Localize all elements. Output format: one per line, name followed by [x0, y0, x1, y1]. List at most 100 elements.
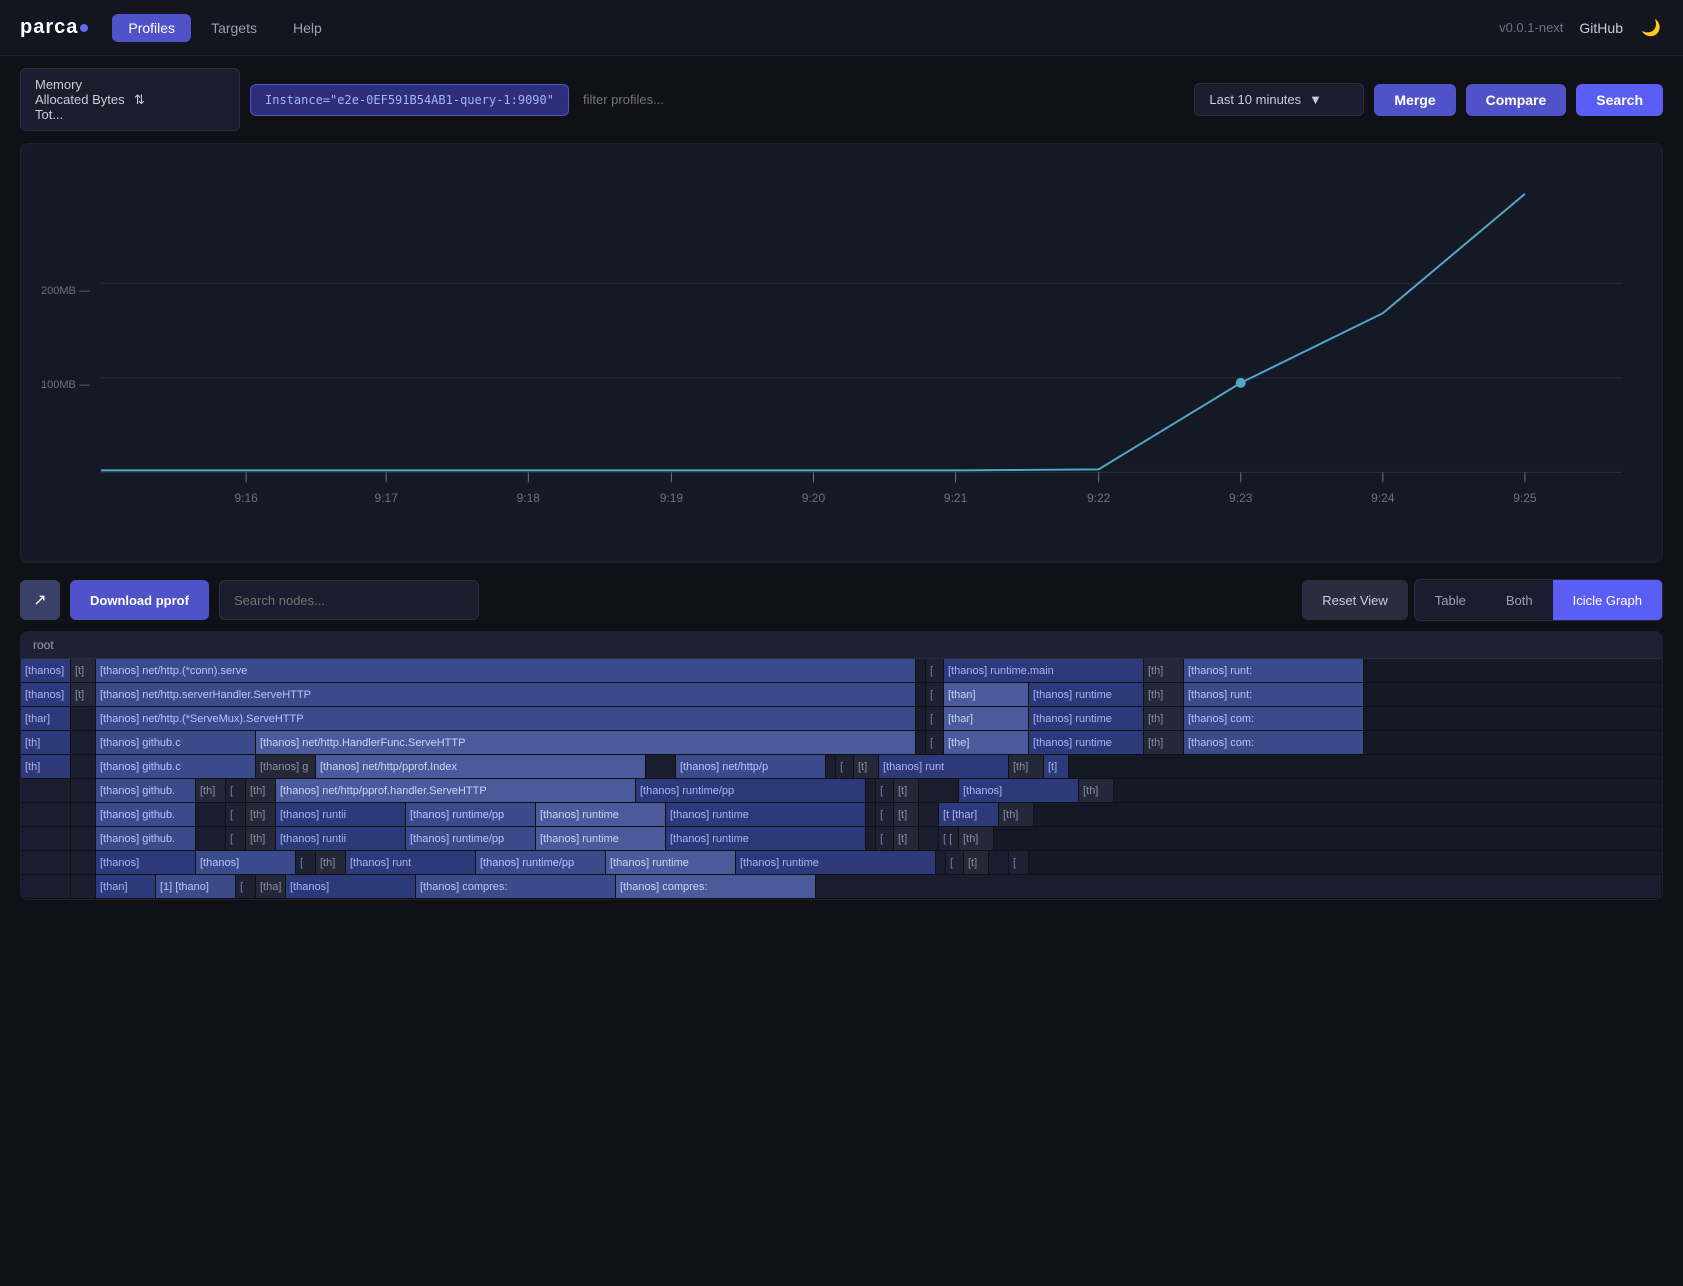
logo-dot: [80, 24, 88, 32]
share-button[interactable]: ↗: [20, 580, 60, 620]
flame-table: root [thanos] [t] [thanos] net/http.(*co…: [20, 631, 1663, 900]
flame-cell: [919, 827, 939, 850]
flame-cell: [thanos] runtime/pp: [406, 827, 536, 850]
toggle-table[interactable]: Table: [1415, 580, 1486, 620]
download-button[interactable]: Download pprof: [70, 580, 209, 620]
toggle-icicle-graph[interactable]: Icicle Graph: [1553, 580, 1662, 620]
theme-toggle[interactable]: 🌙: [1639, 16, 1663, 40]
flame-cell: [thanos] runtime: [1029, 731, 1144, 754]
flame-cell: [919, 803, 939, 826]
flame-cell: [thanos] compres:: [616, 875, 816, 898]
flamegraph-section: ↗ Download pprof Reset View Table Both I…: [20, 579, 1663, 900]
flame-cell: [916, 683, 926, 706]
flame-cell: [th]: [959, 827, 994, 850]
flame-cell: [thar]: [21, 707, 71, 730]
flame-cell: [thanos] github.: [96, 803, 196, 826]
flame-cell: [646, 755, 676, 778]
flame-cell: [thanos] runtime: [666, 803, 866, 826]
svg-text:9:17: 9:17: [375, 491, 399, 505]
flame-cell: [816, 875, 1662, 898]
flame-cell: [thanos] compres:: [416, 875, 616, 898]
profile-type-select[interactable]: Memory Allocated Bytes Tot... ⇅: [20, 68, 240, 131]
chart-area: 200MB — 100MB — 9:16 9:17 9:18 9:19 9:20…: [41, 164, 1642, 542]
flame-cell: [1] [thano]: [156, 875, 236, 898]
flame-cell: [th]: [246, 803, 276, 826]
header-right: v0.0.1-next GitHub 🌙: [1499, 16, 1663, 40]
flame-cell: [: [226, 779, 246, 802]
flame-cell: [th]: [1079, 779, 1114, 802]
flame-cell: [th]: [1144, 731, 1184, 754]
flame-cell: [thanos]: [286, 875, 416, 898]
instance-tag[interactable]: Instance="e2e-0EF591B54AB1-query-1:9090": [250, 84, 569, 116]
compare-button[interactable]: Compare: [1466, 84, 1567, 116]
chart-container: 200MB — 100MB — 9:16 9:17 9:18 9:19 9:20…: [20, 143, 1663, 563]
flame-cell: [826, 755, 836, 778]
flame-cell: [th]: [1144, 683, 1184, 706]
filter-input[interactable]: [579, 84, 1184, 115]
profile-type-label: Memory Allocated Bytes Tot...: [35, 77, 126, 122]
flamegraph-toolbar: ↗ Download pprof Reset View Table Both I…: [20, 579, 1663, 621]
search-nodes-input[interactable]: [219, 580, 479, 620]
flame-cell: [thanos] net/http.(*ServeMux).ServeHTTP: [96, 707, 916, 730]
share-icon: ↗: [33, 590, 46, 610]
flame-cell: [thanos] runtime/pp: [476, 851, 606, 874]
flame-cell: [thanos] github.: [96, 827, 196, 850]
flame-cell: [t]: [894, 803, 919, 826]
flame-cell: [th]: [246, 827, 276, 850]
time-range-label: Last 10 minutes: [1209, 92, 1301, 107]
flame-cell: [th]: [21, 755, 71, 778]
flame-cell: [the]: [944, 731, 1029, 754]
header: parca Profiles Targets Help v0.0.1-next …: [0, 0, 1683, 56]
svg-text:9:22: 9:22: [1087, 491, 1111, 505]
flame-cell: [th]: [1009, 755, 1044, 778]
table-row: [thanos] [t] [thanos] net/http.(*conn).s…: [21, 659, 1662, 683]
nav-targets[interactable]: Targets: [195, 14, 273, 42]
chart-svg: 9:16 9:17 9:18 9:19 9:20 9:21 9:22 9:23 …: [41, 164, 1642, 542]
time-range-chevron: ▼: [1309, 92, 1322, 107]
flame-cell: [thar]: [944, 707, 1029, 730]
flame-cell: [866, 779, 876, 802]
flame-cell: [thanos] github.c: [96, 755, 256, 778]
nav-profiles[interactable]: Profiles: [112, 14, 191, 42]
flame-cell: [: [926, 731, 944, 754]
flame-cell: [thanos] runtime: [536, 803, 666, 826]
flame-cell: [th]: [1144, 659, 1184, 682]
flame-cell: [: [876, 803, 894, 826]
svg-text:9:21: 9:21: [944, 491, 968, 505]
flame-cell: [th]: [21, 731, 71, 754]
flame-cell: [21, 851, 71, 874]
github-link[interactable]: GitHub: [1579, 20, 1623, 36]
flame-cell: [thanos] net/http/pprof.handler.ServeHTT…: [276, 779, 636, 802]
flame-cell: [t [thar]: [939, 803, 999, 826]
flame-cell: [thanos] runt:: [1184, 683, 1364, 706]
toggle-both[interactable]: Both: [1486, 580, 1553, 620]
flame-cell: [than]: [96, 875, 156, 898]
flame-cell: [t]: [71, 683, 96, 706]
flame-cell: [thanos] runt: [346, 851, 476, 874]
flame-cell: [t]: [1044, 755, 1069, 778]
flame-cell: [21, 827, 71, 850]
table-row: [thar] [thanos] net/http.(*ServeMux).Ser…: [21, 707, 1662, 731]
flame-cell: [thanos] net/http/p: [676, 755, 826, 778]
flame-cell: [thanos]: [21, 683, 71, 706]
table-row: [thanos] github. [th] [ [th] [thanos] ne…: [21, 779, 1662, 803]
profile-type-chevron: ⇅: [134, 92, 225, 108]
time-range-select[interactable]: Last 10 minutes ▼: [1194, 83, 1364, 116]
search-button[interactable]: Search: [1576, 84, 1663, 116]
flame-cell: [thanos] runtime/pp: [636, 779, 866, 802]
flame-cell: [thanos]: [959, 779, 1079, 802]
flame-cell: [thanos] github.: [96, 779, 196, 802]
reset-view-button[interactable]: Reset View: [1302, 580, 1408, 620]
version-label: v0.0.1-next: [1499, 20, 1563, 35]
chart-y-100-label: 100MB —: [41, 379, 90, 391]
flame-cell: [thanos] net/http/pprof.Index: [316, 755, 646, 778]
flame-cell: [thanos] net/http.HandlerFunc.ServeHTTP: [256, 731, 916, 754]
logo-text: parca: [20, 16, 78, 39]
flame-cell: [thanos] runtii: [276, 803, 406, 826]
main-nav: Profiles Targets Help: [112, 14, 337, 42]
merge-button[interactable]: Merge: [1374, 84, 1455, 116]
nav-help[interactable]: Help: [277, 14, 338, 42]
svg-text:9:18: 9:18: [517, 491, 541, 505]
flame-cell: [th]: [999, 803, 1034, 826]
flame-cell: [thanos] net/http.(*conn).serve: [96, 659, 916, 682]
